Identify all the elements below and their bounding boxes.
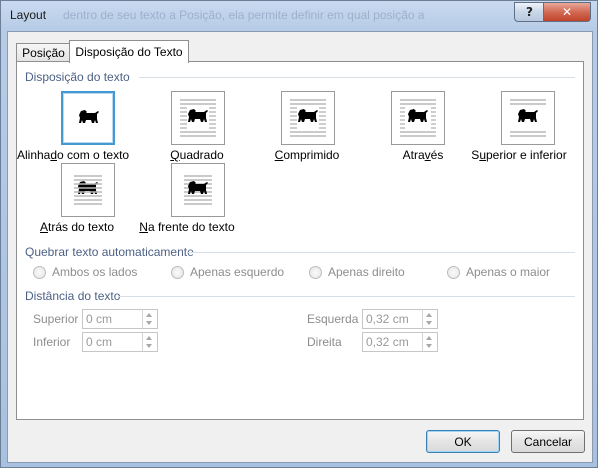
inline-wrap-icon[interactable] bbox=[61, 91, 115, 145]
radio-circle bbox=[171, 265, 184, 279]
radio-label: Ambos os lados bbox=[52, 265, 138, 279]
section-title-distancia: Distância do texto bbox=[25, 289, 121, 303]
in-front-wrap-icon[interactable] bbox=[171, 163, 225, 217]
radio-circle bbox=[33, 265, 46, 279]
ok-button[interactable]: OK bbox=[426, 430, 500, 453]
section-title-quebrar: Quebrar texto automaticamente bbox=[25, 245, 194, 259]
label-part: és bbox=[430, 148, 444, 162]
label-part: a frente do texto bbox=[147, 220, 235, 234]
label-part: omprimido bbox=[283, 148, 340, 162]
radio-apenas-o-maior[interactable]: Apenas o maior bbox=[447, 265, 550, 279]
close-icon: ✕ bbox=[561, 5, 573, 19]
direita-spin-buttons[interactable] bbox=[422, 333, 437, 351]
spin-up-icon[interactable] bbox=[426, 336, 432, 340]
spin-up-icon[interactable] bbox=[146, 313, 152, 317]
dialog-title: Layout bbox=[10, 8, 47, 22]
close-button[interactable]: ✕ bbox=[543, 2, 591, 22]
label-part: trás do texto bbox=[47, 220, 115, 234]
label-part: Alinha bbox=[17, 148, 51, 162]
layout-dialog: Layout dentro de seu texto a Posição, el… bbox=[0, 0, 598, 468]
section-divider bbox=[139, 77, 575, 78]
radio-ambos-os-lados[interactable]: Ambos os lados bbox=[33, 265, 137, 279]
through-wrap-icon[interactable] bbox=[391, 91, 445, 145]
section-title-disposicao: Disposição do texto bbox=[25, 70, 130, 84]
label-accesskey: u bbox=[479, 148, 486, 162]
inferior-spin-buttons[interactable] bbox=[142, 333, 157, 351]
superior-label: Superior bbox=[33, 312, 79, 326]
cancel-button[interactable]: Cancelar bbox=[511, 430, 585, 453]
label-part: perior e inferior bbox=[486, 148, 567, 162]
wrap-option-label: Comprimido bbox=[255, 148, 359, 162]
wrap-option-label: Alinhado com o texto bbox=[17, 148, 129, 162]
spin-down-icon[interactable] bbox=[426, 344, 432, 348]
dialog-client-area: Posição Disposição do Texto Disposição d… bbox=[7, 31, 593, 463]
tab-disposicao-do-texto[interactable]: Disposição do Texto bbox=[69, 40, 189, 63]
esquerda-spin-buttons[interactable] bbox=[422, 310, 437, 328]
direita-value: 0,32 cm bbox=[366, 335, 409, 349]
inferior-label: Inferior bbox=[33, 335, 71, 349]
section-divider bbox=[119, 296, 575, 297]
esquerda-value: 0,32 cm bbox=[366, 312, 409, 326]
esquerda-stepper[interactable]: 0,32 cm bbox=[362, 309, 438, 329]
radio-label: Apenas direito bbox=[328, 265, 405, 279]
help-button[interactable]: ? bbox=[514, 2, 545, 22]
radio-circle bbox=[447, 265, 460, 279]
section-divider bbox=[187, 252, 575, 253]
radio-label: Apenas o maior bbox=[466, 265, 551, 279]
top-bottom-wrap-icon[interactable] bbox=[501, 91, 555, 145]
spin-up-icon[interactable] bbox=[146, 336, 152, 340]
label-accesskey: A bbox=[39, 220, 48, 234]
behind-text-wrap-icon[interactable] bbox=[61, 163, 115, 217]
inferior-stepper[interactable]: 0 cm bbox=[82, 332, 158, 352]
radio-apenas-direito[interactable]: Apenas direito bbox=[309, 265, 405, 279]
radio-label: Apenas esquerdo bbox=[190, 265, 285, 279]
spin-down-icon[interactable] bbox=[146, 321, 152, 325]
wrap-option-label: Na frente do texto bbox=[135, 220, 239, 234]
direita-stepper[interactable]: 0,32 cm bbox=[362, 332, 438, 352]
background-document-text: dentro de seu texto a Posição, ela permi… bbox=[63, 8, 425, 22]
label-part: o com o texto bbox=[57, 148, 130, 162]
label-accesskey: Q bbox=[170, 148, 180, 162]
wrap-option-label: Quadrado bbox=[145, 148, 249, 162]
radio-circle bbox=[309, 265, 322, 279]
direita-label: Direita bbox=[307, 335, 342, 349]
superior-value: 0 cm bbox=[86, 312, 113, 326]
wrap-option-label: Atrás do texto bbox=[25, 220, 129, 234]
superior-stepper[interactable]: 0 cm bbox=[82, 309, 158, 329]
superior-spin-buttons[interactable] bbox=[142, 310, 157, 328]
esquerda-label: Esquerda bbox=[307, 312, 359, 326]
spin-down-icon[interactable] bbox=[146, 344, 152, 348]
spin-down-icon[interactable] bbox=[426, 321, 432, 325]
help-icon: ? bbox=[526, 5, 533, 19]
tab-panel-disposicao: Disposição do texto Alinhado com o texto… bbox=[16, 61, 584, 420]
tight-wrap-icon[interactable] bbox=[281, 91, 335, 145]
label-part: uadrado bbox=[179, 148, 224, 162]
radio-apenas-esquerdo[interactable]: Apenas esquerdo bbox=[171, 265, 284, 279]
inferior-value: 0 cm bbox=[86, 335, 113, 349]
wrap-option-label: Através bbox=[371, 148, 475, 162]
label-accesskey: N bbox=[139, 220, 148, 234]
spin-up-icon[interactable] bbox=[426, 313, 432, 317]
title-bar[interactable]: Layout dentro de seu texto a Posição, el… bbox=[1, 1, 597, 31]
wrap-option-label: Superior e inferior bbox=[467, 148, 571, 162]
label-part: Atra bbox=[402, 148, 425, 162]
square-wrap-icon[interactable] bbox=[171, 91, 225, 145]
tab-posicao[interactable]: Posição bbox=[16, 43, 71, 62]
